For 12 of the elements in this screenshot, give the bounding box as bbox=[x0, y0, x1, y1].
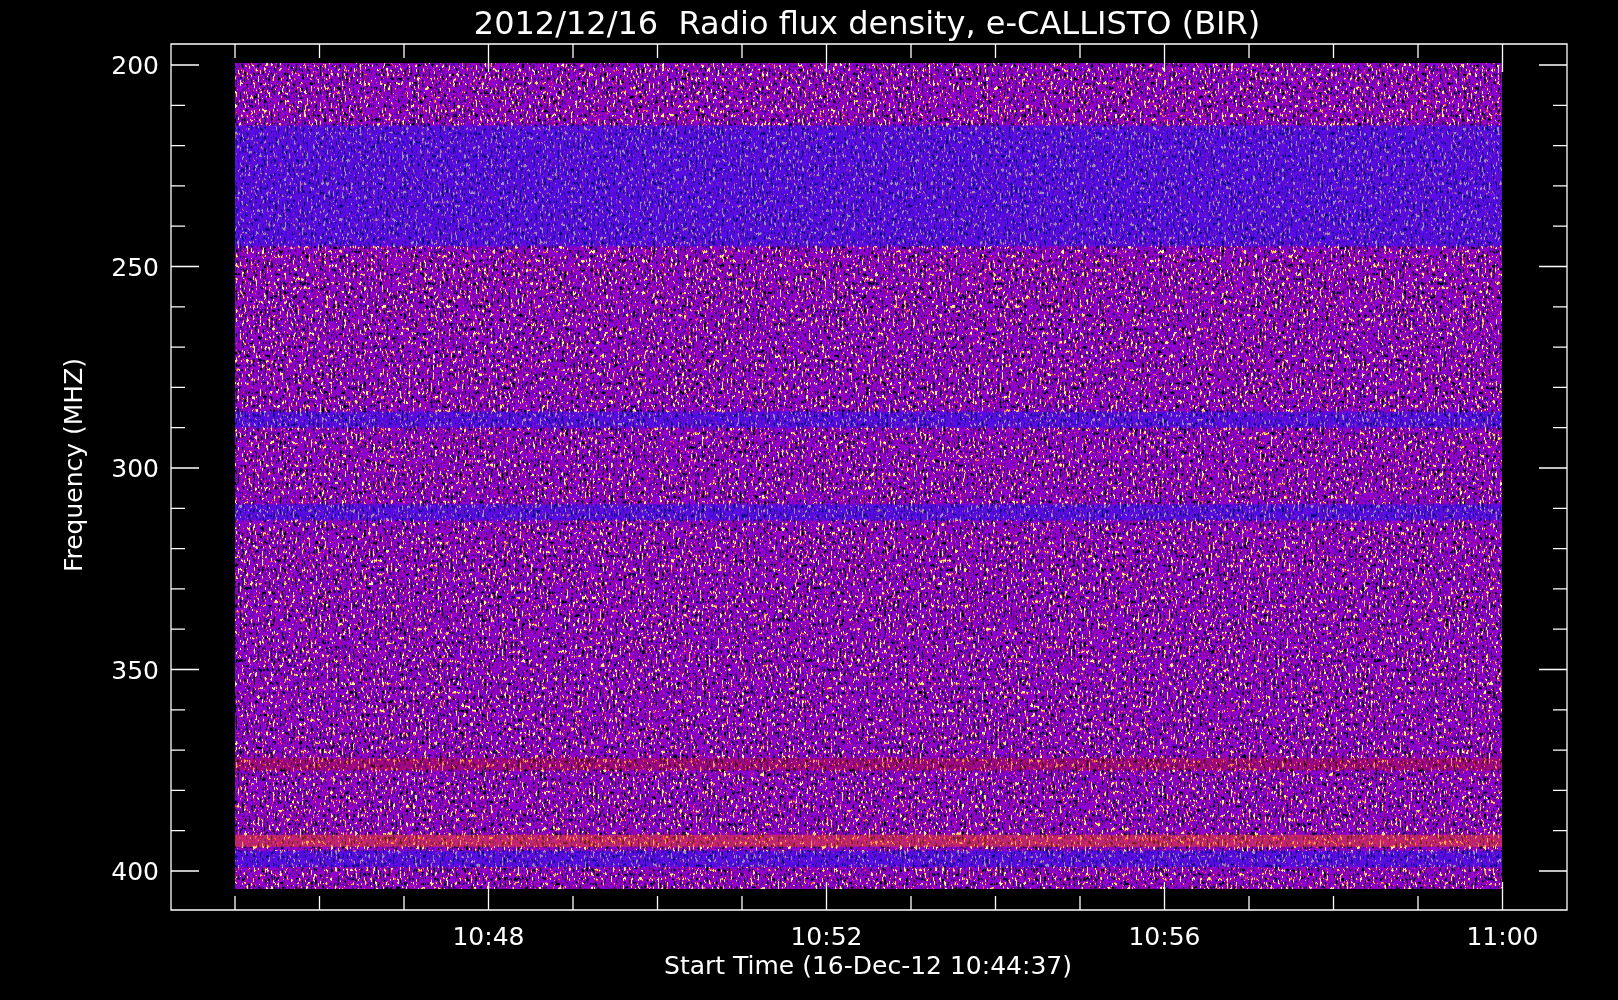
y-tick-label: 250 bbox=[111, 252, 159, 282]
x-tick-label: 10:56 bbox=[1128, 922, 1201, 951]
y-tick-label: 400 bbox=[111, 857, 159, 886]
x-tick-label: 11:00 bbox=[1466, 922, 1539, 951]
y-tick-label: 350 bbox=[111, 655, 159, 685]
x-axis-label: Start Time (16-Dec-12 10:44:37) bbox=[664, 951, 1072, 980]
y-tick-label: 200 bbox=[111, 51, 159, 80]
chart-title: 2012/12/16 Radio flux density, e-CALLISTO (BIR) bbox=[473, 4, 1261, 42]
x-tick-label: 10:52 bbox=[790, 922, 863, 951]
y-tick-label: 300 bbox=[111, 454, 159, 483]
x-tick-label: 10:48 bbox=[452, 922, 525, 951]
y-axis-label: Frequency (MHZ) bbox=[59, 357, 88, 573]
